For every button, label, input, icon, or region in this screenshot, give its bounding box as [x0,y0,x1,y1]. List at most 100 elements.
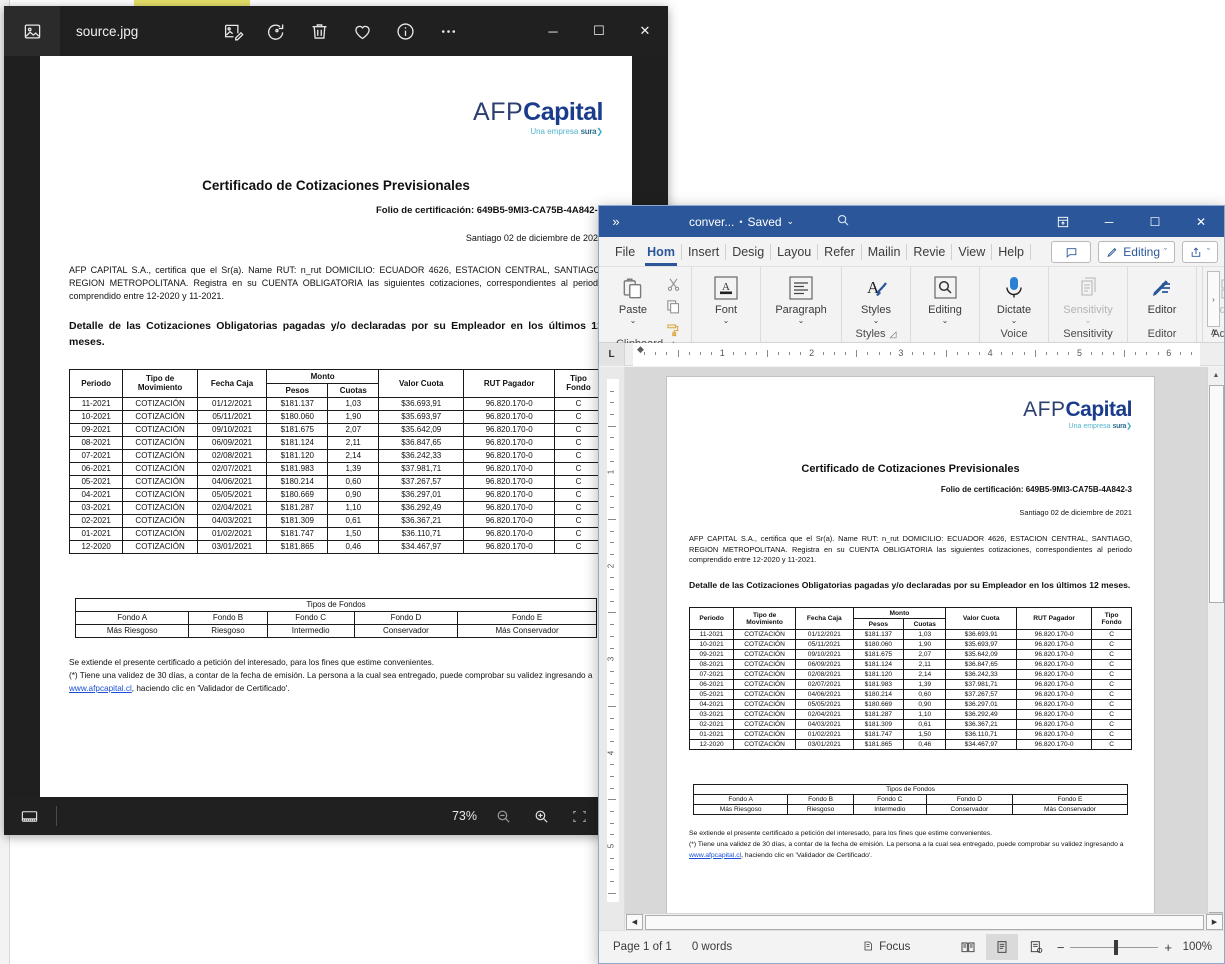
word-document-page[interactable]: AFPCapital Una empresa sura❯ Certificado… [667,377,1154,930]
delete-icon[interactable] [306,18,332,44]
tab-hom[interactable]: Hom [643,237,679,267]
tab-file[interactable]: File [611,237,639,267]
indent-marker-icon[interactable]: ◆ [637,344,644,355]
maximize-button[interactable]: ☐ [576,6,622,56]
tab-stop-selector[interactable]: L [599,342,625,366]
tab-insert[interactable]: Insert [684,237,723,267]
maximize-button[interactable]: ☐ [1132,206,1178,237]
zoom-percentage[interactable]: 100% [1178,941,1212,953]
vertical-scroll-thumb[interactable] [1209,385,1224,603]
paragraph-button[interactable]: Paragraph ⌄ [768,270,834,325]
zoom-in-button[interactable]: + [1164,940,1172,955]
more-icon[interactable] [435,18,461,44]
table-cell: $34.467,97 [378,539,465,554]
scroll-right-button[interactable]: ▶ [1206,914,1223,930]
word-document-title[interactable]: conver... • Saved ⌄ [689,215,794,229]
table-row: 07-2021 COTIZACIÓN 02/08/2021 $181.120 2,14 $… [688,669,1132,681]
comments-button[interactable] [1051,241,1092,263]
cut-button[interactable] [662,274,684,294]
table-cell: 96.820.170-0 [463,526,555,541]
certificate-city-date: Santiago 02 de diciembre de 2021 [465,233,603,243]
word-window[interactable]: » conver... • Saved ⌄ ─ ☐ ✕ File Hom Ins… [598,205,1225,964]
share-button[interactable]: ˇ [1182,241,1218,263]
tab-revie[interactable]: Revie [909,237,949,267]
table-row: 11-2021 COTIZACIÓN 01/12/2021 $181.137 1,03 $… [68,396,604,411]
expand-quick-access-icon[interactable]: » [599,214,633,229]
zoom-out-icon[interactable] [491,804,515,828]
filmstrip-icon[interactable] [16,803,42,829]
read-mode-icon[interactable] [952,934,984,960]
table-row: 02-2021 COTIZACIÓN 04/03/2021 $181.309 0,61 $… [68,513,604,528]
table-cell: C [1091,719,1132,731]
close-button[interactable]: ✕ [622,6,668,56]
page-indicator[interactable]: Page 1 of 1 [599,941,682,953]
paragraph-label: Paragraph [775,304,827,316]
paste-button[interactable]: Paste ⌄ [606,270,660,325]
focus-mode-button[interactable]: Focus [852,940,920,955]
table-cell: 96.820.170-0 [463,409,555,424]
vertical-ruler[interactable]: 1 2 3 4 5 [599,367,625,930]
zoom-in-icon[interactable] [529,804,553,828]
photos-viewer-window[interactable]: source.jpg ─ ☐ ✕ AFPCapital Una empresa … [4,6,668,835]
scroll-left-button[interactable]: ◀ [626,914,643,930]
th-tipo-fondo: Tipo Fondo [1091,607,1132,631]
close-button[interactable]: ✕ [1178,206,1224,237]
word-count[interactable]: 0 words [682,941,742,953]
th-rut-pagador: RUT Pagador [463,368,555,398]
table-cell: 01/02/2021 [196,526,268,541]
table-cell: 09-2021 [68,422,124,437]
tab-layou[interactable]: Layou [773,237,815,267]
horizontal-scroll-thumb[interactable] [645,914,1204,930]
info-icon[interactable] [392,18,418,44]
zoom-slider[interactable] [1070,939,1159,955]
word-scroll-region[interactable]: AFPCapital Una empresa sura❯ Certificado… [625,367,1224,930]
minimize-button[interactable]: ─ [530,6,576,56]
table-cell: 96.820.170-0 [1016,669,1093,681]
editing-group-button[interactable]: Editing ⌄ [918,270,972,325]
afpcapital-link[interactable]: www.afpcapital.cl [689,852,741,859]
tab-refer[interactable]: Refer [820,237,859,267]
chevron-down-icon: ˇ [1207,247,1210,257]
afpcapital-link[interactable]: www.afpcapital.cl [69,684,132,693]
sensitivity-button[interactable]: Sensitivity ⌄ [1056,270,1120,325]
vruler-number: 2 [606,563,616,569]
favorite-icon[interactable] [349,18,375,44]
minimize-button[interactable]: ─ [1086,206,1132,237]
dictate-button[interactable]: Dictate ⌄ [987,270,1041,325]
tab-view[interactable]: View [954,237,989,267]
rotate-icon[interactable] [263,18,289,44]
horizontal-ruler[interactable]: L ◆ 1 2 3 4 5 6 [599,342,1224,366]
ribbon-collapse-button[interactable]: ∧ [1210,327,1217,338]
chevron-down-icon[interactable]: ⌄ [787,216,795,227]
editor-button[interactable]: Editor [1135,270,1189,316]
word-ribbon: Paste ⌄ A Font ⌄ Paragraph ⌄ A Styles ⌄ … [599,267,1224,350]
styles-dialog-launcher[interactable]: ◿ [890,329,897,340]
tab-help[interactable]: Help [994,237,1028,267]
edit-image-icon[interactable] [220,18,246,44]
format-painter-button[interactable] [662,318,684,338]
editing-mode-button[interactable]: Editing ˇ [1098,241,1175,263]
styles-button[interactable]: A Styles ⌄ [849,270,903,325]
tab-mailin[interactable]: Mailin [864,237,905,267]
print-layout-icon[interactable] [986,934,1019,960]
footer-line-1: Se extiende el presente certificado a pe… [689,830,993,838]
horizontal-scrollbar[interactable]: ◀ ▶ [625,913,1224,930]
fondos-section: Tipos de Fondos Fondo A Fondo B Fondo C Fon… [689,784,1132,816]
ribbon-expand-button[interactable]: › [1207,271,1220,327]
scroll-up-button[interactable]: ▲ [1208,367,1224,384]
tab-desig[interactable]: Desig [728,237,768,267]
tab-separator [725,243,727,260]
table-cell: 0,90 [903,699,947,711]
web-layout-icon[interactable] [1020,934,1052,960]
ribbon-display-options-icon[interactable] [1040,206,1086,237]
copy-button[interactable] [662,296,684,316]
zoom-out-button[interactable]: − [1057,940,1065,955]
zoom-slider-thumb[interactable] [1114,939,1119,955]
fit-icon[interactable] [567,804,591,828]
table-cell: 96.820.170-0 [463,539,555,554]
font-button[interactable]: A Font ⌄ [699,270,753,325]
vertical-scrollbar[interactable]: ▲ ▼ [1207,367,1224,930]
ruler-track[interactable]: ◆ 1 2 3 4 5 6 [633,342,1200,366]
photos-image-canvas[interactable]: AFPCapital Una empresa sura❯ Certificado… [4,56,668,797]
vruler-tick [610,577,614,579]
